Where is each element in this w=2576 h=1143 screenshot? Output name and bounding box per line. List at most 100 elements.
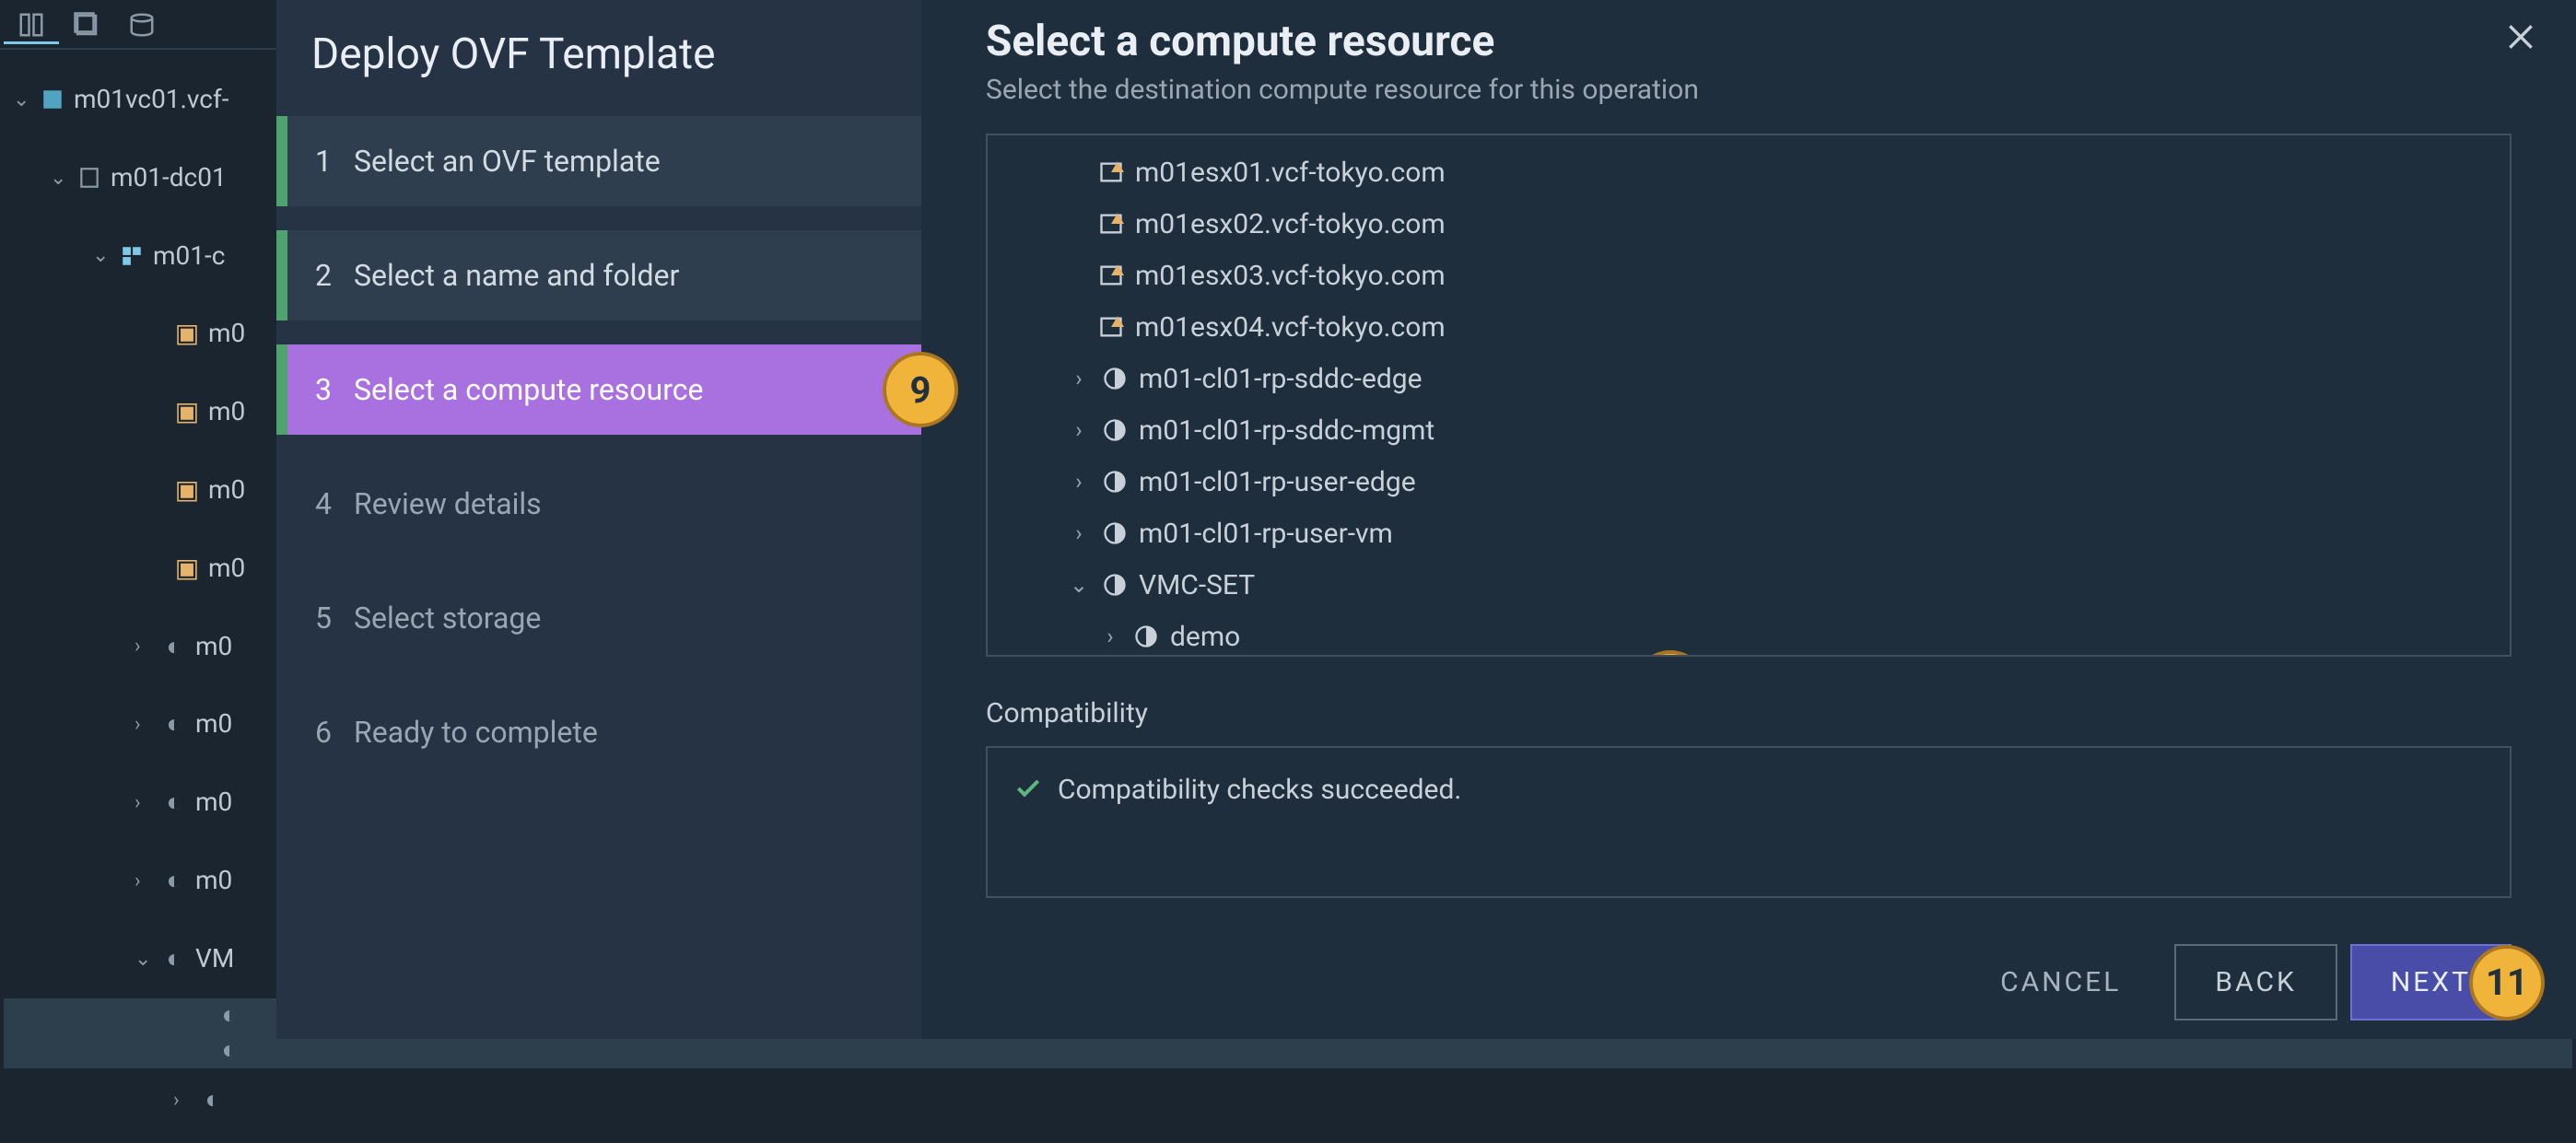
wizard-sidebar: Deploy OVF Template 1 Select an OVF temp… [276,0,921,1039]
inv-host-label: m0 [208,457,245,524]
inv-host-label: m0 [208,379,245,446]
host-label: m01esx04.vcf-tokyo.com [1135,311,1446,344]
pool-row[interactable]: › m01-cl01-rp-sddc-mgmt [988,404,2510,456]
chevron-down-icon[interactable]: ⌄ [92,229,111,282]
host-label: m01esx03.vcf-tokyo.com [1135,260,1446,292]
step-label: Review details [354,486,542,521]
inv-host-label: m0 [208,300,245,367]
host-icon: ▣ [175,322,199,346]
annotation-badge-9: 9 [883,352,958,427]
host-icon: ▣ [175,556,199,580]
compatibility-title: Compatibility [986,697,2512,729]
inv-rp-label: m0 [195,613,232,681]
vmcset-label: VMC-SET [1139,569,1255,601]
host-row[interactable]: m01esx04.vcf-tokyo.com [988,301,2510,353]
pool-row[interactable]: › m01-cl01-rp-user-vm [988,507,2510,559]
check-icon [1013,774,1043,803]
inv-vcenter-label: m01vc01.vcf- [74,66,228,134]
chevron-right-icon[interactable]: › [1067,366,1091,391]
chevron-right-icon[interactable]: › [135,855,153,907]
resource-pool-icon [1102,520,1128,546]
host-row[interactable]: m01esx02.vcf-tokyo.com [988,198,2510,250]
chevron-right-icon[interactable]: › [1098,624,1122,649]
resource-pool-icon: ◐ [201,1088,225,1112]
step-number: 5 [315,601,328,636]
step-number: 6 [315,715,328,750]
chevron-right-icon[interactable]: › [1067,469,1091,495]
inv-child-3[interactable]: › ◐ [4,1068,2572,1132]
compute-resource-tree[interactable]: m01esx01.vcf-tokyo.com m01esx02.vcf-toky… [986,134,2512,657]
step-storage: 5 Select storage [276,573,921,663]
resource-pool-icon: ◐ [162,791,186,815]
step-compute-resource[interactable]: 3 Select a compute resource 9 [276,344,921,435]
resource-pool-icon: ◐ [162,713,186,737]
step-label: Select a compute resource [354,372,703,407]
step-select-ovf[interactable]: 1 Select an OVF template [276,116,921,206]
wizard-footer: CANCEL BACK NEXT 11 [986,944,2512,1021]
hosts-tab-icon[interactable] [4,7,59,44]
host-warning-icon [1098,314,1124,340]
storage-tab-icon[interactable] [114,7,170,44]
resource-pool-icon [1102,417,1128,443]
back-button[interactable]: BACK [2174,944,2336,1021]
demo-row[interactable]: › demo [988,611,2510,657]
chevron-right-icon[interactable]: › [135,620,153,672]
step-label: Select storage [354,601,541,636]
pool-row[interactable]: › m01-cl01-rp-sddc-edge [988,353,2510,404]
vmcset-row[interactable]: ⌄ VMC-SET [988,559,2510,611]
chevron-down-icon[interactable]: ⌄ [13,74,31,126]
vms-tab-icon[interactable] [59,7,114,44]
wizard-title: Deploy OVF Template [276,18,921,116]
pool-label: m01-cl01-rp-sddc-mgmt [1139,414,1434,447]
inv-cluster-label: m01-c [153,223,225,290]
wizard-steps: 1 Select an OVF template 2 Select a name… [276,116,921,777]
inv-dc-label: m01-dc01 [111,145,227,212]
chevron-right-icon[interactable]: › [135,776,153,829]
page-title: Select a compute resource [986,17,2512,66]
chevron-right-icon[interactable]: › [135,698,153,751]
host-warning-icon [1098,211,1124,237]
compatibility-message: Compatibility checks succeeded. [1058,774,1461,806]
resource-pool-icon: ◐ [162,635,186,659]
step-label: Select an OVF template [354,144,661,179]
resource-pool-icon [1102,572,1128,598]
resource-pool-icon [1102,366,1128,391]
pool-row[interactable]: › m01-cl01-rp-user-edge [988,456,2510,507]
resource-pool-icon: ◐ [162,947,186,971]
wizard-main: Select a compute resource Select the des… [921,0,2576,1039]
inv-rp-label: m0 [195,847,232,915]
chevron-down-icon[interactable]: ⌄ [50,152,68,204]
inv-rp-label: m0 [195,769,232,836]
resource-pool-icon [1102,469,1128,495]
chevron-right-icon[interactable]: › [1067,417,1091,443]
host-label: m01esx01.vcf-tokyo.com [1135,157,1446,189]
chevron-right-icon[interactable]: › [173,1074,192,1126]
step-select-name[interactable]: 2 Select a name and folder [276,230,921,321]
annotation-badge-11: 11 [2469,945,2545,1021]
chevron-down-icon[interactable]: ⌄ [135,933,153,986]
resource-pool-icon: ◐ [217,1039,241,1063]
resource-pool-icon [1133,624,1159,649]
chevron-right-icon[interactable]: › [1067,520,1091,546]
host-row[interactable]: m01esx03.vcf-tokyo.com [988,250,2510,301]
resource-pool-icon: ◐ [162,869,186,892]
step-label: Select a name and folder [354,258,679,293]
host-label: m01esx02.vcf-tokyo.com [1135,208,1446,240]
pool-label: m01-cl01-rp-sddc-edge [1139,363,1423,395]
step-label: Ready to complete [354,715,598,750]
chevron-down-icon[interactable]: ⌄ [1067,572,1091,598]
deploy-ovf-wizard: Deploy OVF Template 1 Select an OVF temp… [276,0,2576,1039]
pool-label: m01-cl01-rp-user-vm [1139,518,1393,550]
resource-pool-icon: ◐ [217,1004,241,1028]
page-subtitle: Select the destination compute resource … [986,74,2512,106]
inv-vmcset-label: VM [195,926,234,993]
step-number: 1 [315,144,328,179]
host-row[interactable]: m01esx01.vcf-tokyo.com [988,146,2510,198]
next-button-label: NEXT [2391,966,2471,998]
close-button[interactable] [2502,18,2539,55]
host-icon: ▣ [175,401,199,425]
host-warning-icon [1098,262,1124,288]
step-number: 4 [315,486,328,521]
cancel-button[interactable]: CANCEL [1960,944,2161,1021]
step-number: 3 [315,372,328,407]
